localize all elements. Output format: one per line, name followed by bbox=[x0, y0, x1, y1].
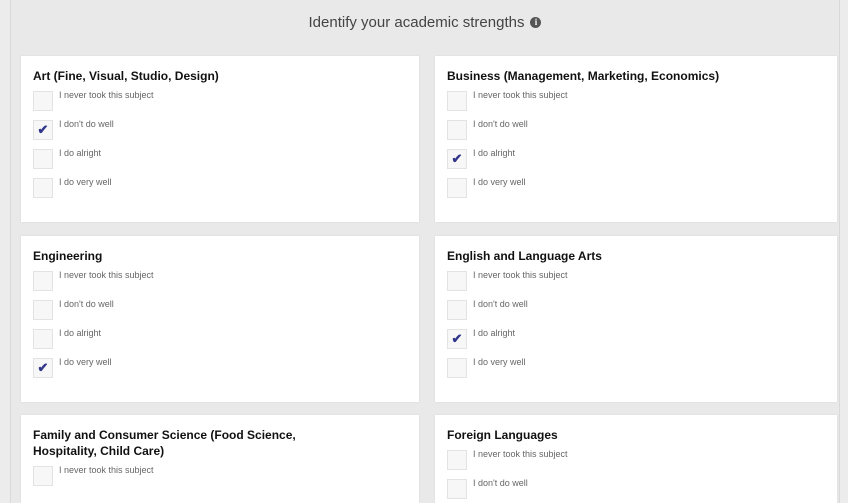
option-row[interactable]: I never took this subject bbox=[435, 84, 837, 113]
option-checkbox[interactable] bbox=[447, 478, 467, 499]
subject-title: Family and Consumer Science (Food Scienc… bbox=[33, 428, 296, 458]
option-checkbox[interactable] bbox=[447, 357, 467, 378]
option-checkbox[interactable] bbox=[33, 148, 53, 169]
strengths-panel: Identify your academic strengths i Art (… bbox=[10, 0, 840, 503]
option-label: I do alright bbox=[59, 327, 102, 338]
option-label: I don't do well bbox=[59, 298, 114, 309]
option-row[interactable]: ✔ I don't do well bbox=[21, 113, 419, 142]
options-list: I never took this subject I don't do well… bbox=[21, 264, 419, 380]
option-label: I do very well bbox=[59, 356, 112, 367]
option-checkbox[interactable] bbox=[447, 119, 467, 140]
option-label: I do alright bbox=[59, 147, 102, 158]
option-row[interactable]: I do very well bbox=[435, 171, 837, 200]
option-checkbox[interactable] bbox=[447, 449, 467, 470]
option-label: I don't do well bbox=[473, 298, 528, 309]
option-checkbox[interactable] bbox=[33, 465, 53, 486]
option-checkbox[interactable] bbox=[33, 299, 53, 320]
subject-title: English and Language Arts bbox=[447, 249, 602, 263]
option-row[interactable]: I never took this subject bbox=[21, 264, 419, 293]
subject-title: Foreign Languages bbox=[447, 428, 558, 442]
options-list: I never took this subject ✔ I don't do wel… bbox=[21, 84, 419, 200]
checkmark-icon: ✔ bbox=[451, 150, 463, 166]
option-checkbox[interactable] bbox=[447, 299, 467, 320]
option-checkbox[interactable] bbox=[447, 90, 467, 111]
subject-card-family-consumer-science: Family and Consumer Science (Food Scienc… bbox=[21, 415, 419, 503]
option-checkbox[interactable]: ✔ bbox=[447, 148, 467, 169]
info-icon[interactable]: i bbox=[530, 16, 542, 28]
option-checkbox[interactable]: ✔ bbox=[33, 357, 53, 378]
option-label: I do very well bbox=[473, 176, 526, 187]
option-label: I do alright bbox=[473, 147, 516, 158]
option-row[interactable]: I don't do well bbox=[435, 293, 837, 322]
option-row[interactable]: I do very well bbox=[435, 351, 837, 380]
option-label: I don't do well bbox=[473, 477, 528, 488]
option-row[interactable]: I never took this subject bbox=[435, 443, 837, 472]
option-checkbox[interactable] bbox=[447, 270, 467, 291]
subject-title: Engineering bbox=[33, 249, 103, 263]
option-row[interactable]: I do very well bbox=[21, 171, 419, 200]
option-label: I never took this subject bbox=[473, 448, 568, 459]
option-label: I don't do well bbox=[59, 118, 114, 129]
subject-card-business: Business (Management, Marketing, Economi… bbox=[435, 56, 837, 222]
subject-title: Business (Management, Marketing, Economi… bbox=[447, 69, 720, 83]
option-row[interactable]: I do alright bbox=[21, 142, 419, 171]
option-row[interactable]: I don't do well bbox=[21, 293, 419, 322]
subject-card-engineering: Engineering I never took this subject I d… bbox=[21, 236, 419, 402]
options-list: I never took this subject I don't do well… bbox=[435, 84, 837, 200]
option-label: I never took this subject bbox=[59, 89, 154, 100]
option-checkbox[interactable] bbox=[33, 328, 53, 349]
option-row[interactable]: I do alright bbox=[21, 322, 419, 351]
option-label: I never took this subject bbox=[473, 89, 568, 100]
option-checkbox[interactable]: ✔ bbox=[33, 119, 53, 140]
option-checkbox[interactable] bbox=[33, 90, 53, 111]
options-list: I never took this subject I don't do well… bbox=[435, 264, 837, 380]
option-row[interactable]: I never took this subject bbox=[21, 84, 419, 113]
subject-card-foreign-languages: Foreign Languages I never took this subj… bbox=[435, 415, 837, 503]
option-row[interactable]: ✔ I do alright bbox=[435, 322, 837, 351]
option-checkbox[interactable] bbox=[447, 177, 467, 198]
option-row[interactable]: I don't do well bbox=[435, 472, 837, 501]
option-row[interactable]: I don't do well bbox=[435, 113, 837, 142]
option-row[interactable]: I never took this subject bbox=[21, 459, 419, 488]
option-label: I do very well bbox=[473, 356, 526, 367]
option-row[interactable]: I never took this subject bbox=[435, 264, 837, 293]
page-title: Identify your academic strengths bbox=[308, 13, 525, 31]
subject-card-art: Art (Fine, Visual, Studio, Design) I nev… bbox=[21, 56, 419, 222]
option-label: I do alright bbox=[473, 327, 516, 338]
subject-title: Art (Fine, Visual, Studio, Design) bbox=[33, 69, 219, 83]
option-row[interactable]: ✔ I do alright bbox=[435, 142, 837, 171]
option-label: I never took this subject bbox=[59, 269, 154, 280]
checkmark-icon: ✔ bbox=[37, 359, 49, 375]
checkmark-icon: ✔ bbox=[451, 330, 463, 346]
option-row[interactable]: ✔ I do very well bbox=[21, 351, 419, 380]
option-checkbox[interactable] bbox=[33, 177, 53, 198]
options-list: I never took this subject I don't do well bbox=[435, 443, 837, 501]
page-header: Identify your academic strengths i bbox=[11, 0, 839, 44]
subject-card-english: English and Language Arts I never took t… bbox=[435, 236, 837, 402]
checkmark-icon: ✔ bbox=[37, 121, 49, 137]
option-label: I never took this subject bbox=[59, 464, 154, 475]
option-label: I don't do well bbox=[473, 118, 528, 129]
option-label: I never took this subject bbox=[473, 269, 568, 280]
option-checkbox[interactable] bbox=[33, 270, 53, 291]
options-list: I never took this subject bbox=[21, 459, 419, 488]
option-checkbox[interactable]: ✔ bbox=[447, 328, 467, 349]
option-label: I do very well bbox=[59, 176, 112, 187]
